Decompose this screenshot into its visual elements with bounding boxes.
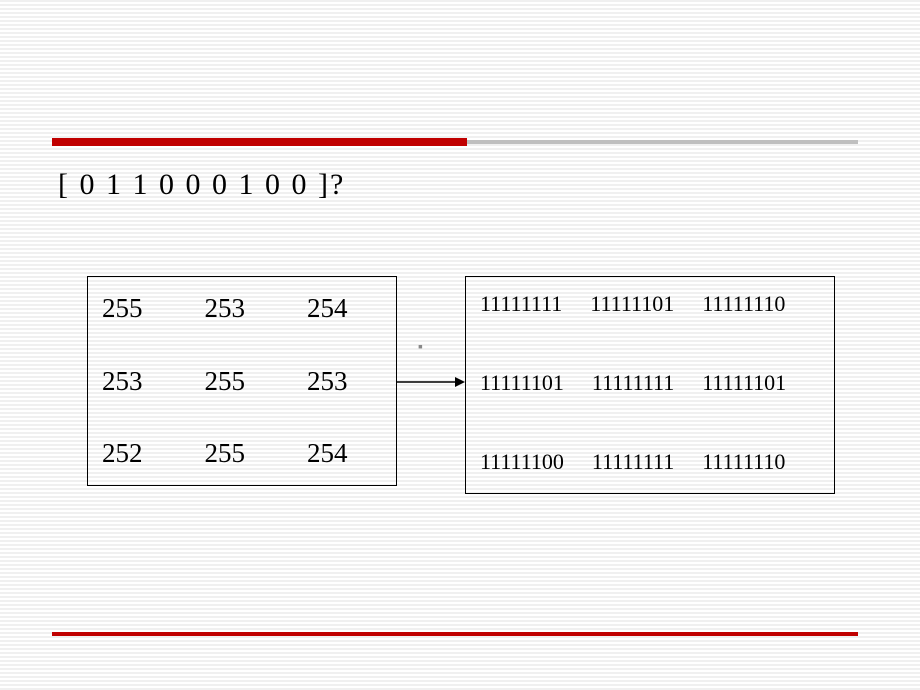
bottom-divider bbox=[52, 632, 858, 636]
binary-cell: 11111111 bbox=[592, 449, 674, 475]
slide: [ 0 1 1 0 0 0 1 0 0 ]? ▪ 255 253 254 253… bbox=[0, 0, 920, 690]
decimal-row-1: 253 255 253 bbox=[102, 366, 382, 397]
decimal-cell: 255 bbox=[102, 293, 143, 324]
binary-cell: 11111100 bbox=[480, 449, 564, 475]
decimal-cell: 254 bbox=[307, 293, 348, 324]
binary-cell: 11111110 bbox=[702, 291, 785, 317]
decimal-cell: 255 bbox=[205, 438, 246, 469]
decimal-cell: 255 bbox=[205, 366, 246, 397]
decimal-cell: 253 bbox=[205, 293, 246, 324]
decimal-row-0: 255 253 254 bbox=[102, 293, 382, 324]
question-text: [ 0 1 1 0 0 0 1 0 0 ]? bbox=[58, 168, 345, 202]
decimal-cell: 252 bbox=[102, 438, 143, 469]
top-divider-red bbox=[52, 138, 467, 146]
binary-matrix: 11111111 11111101 11111110 11111101 1111… bbox=[465, 276, 835, 494]
arrow-icon bbox=[397, 372, 465, 392]
decimal-row-2: 252 255 254 bbox=[102, 438, 382, 469]
binary-row-1: 11111101 11111111 11111101 bbox=[480, 370, 820, 396]
decimal-matrix: 255 253 254 253 255 253 252 255 254 bbox=[87, 276, 397, 486]
center-dot: ▪ bbox=[418, 340, 423, 356]
binary-cell: 11111101 bbox=[702, 370, 786, 396]
binary-cell: 11111101 bbox=[480, 370, 564, 396]
binary-row-2: 11111100 11111111 11111110 bbox=[480, 449, 820, 475]
top-divider bbox=[52, 138, 858, 146]
binary-cell: 11111110 bbox=[702, 449, 785, 475]
binary-cell: 11111111 bbox=[480, 291, 562, 317]
decimal-cell: 253 bbox=[307, 366, 348, 397]
binary-row-0: 11111111 11111101 11111110 bbox=[480, 291, 820, 317]
decimal-cell: 254 bbox=[307, 438, 348, 469]
decimal-cell: 253 bbox=[102, 366, 143, 397]
top-divider-gray bbox=[467, 140, 858, 144]
binary-cell: 11111111 bbox=[592, 370, 674, 396]
binary-cell: 11111101 bbox=[590, 291, 674, 317]
